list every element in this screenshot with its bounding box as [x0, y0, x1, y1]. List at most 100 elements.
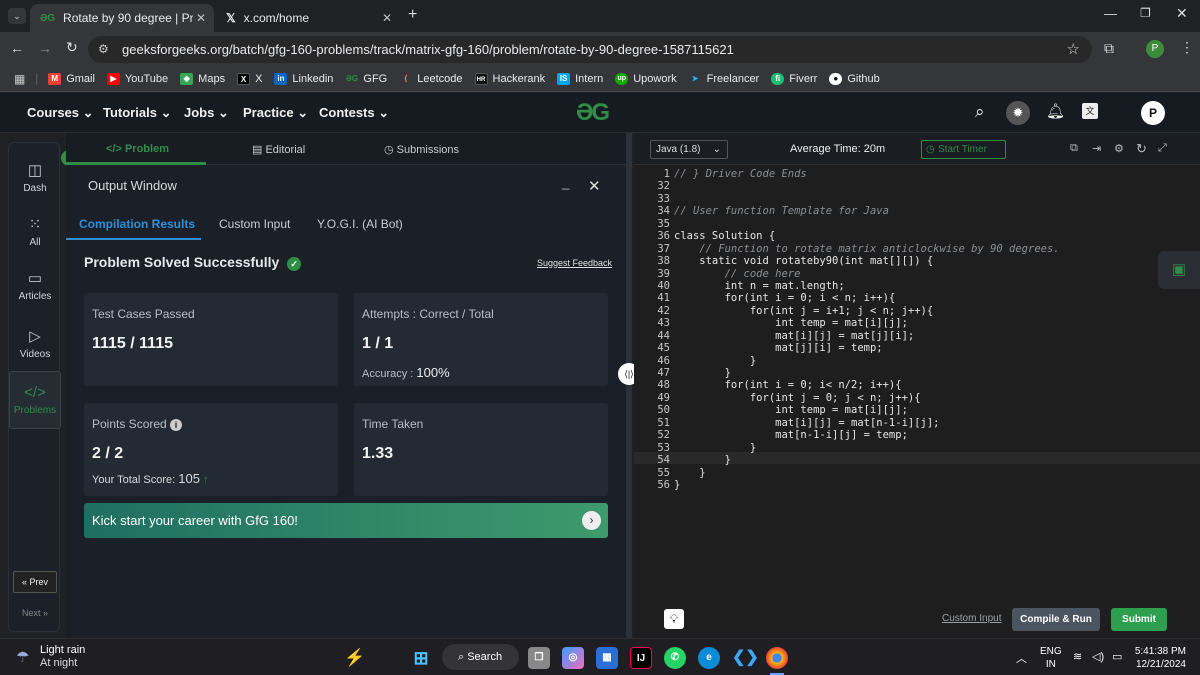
bookmark-freelancer[interactable]: ➤ Freelancer — [689, 73, 759, 85]
close-icon[interactable]: ✕ — [196, 11, 206, 25]
fullscreen-icon[interactable]: ⤢ — [1158, 142, 1167, 155]
tab-submissions[interactable]: ◷ Submissions — [384, 143, 459, 156]
submit-button[interactable]: Submit — [1111, 608, 1167, 631]
tab-gfg[interactable]: ƏG Rotate by 90 degree | Practice | ✕ — [30, 4, 214, 32]
tab-editorial[interactable]: ▤ Editorial — [252, 143, 305, 156]
window-close-icon[interactable]: ✕ — [1176, 5, 1188, 22]
store-icon[interactable]: ▦ — [596, 647, 618, 669]
start-timer-button[interactable]: ◷ Start Timer — [921, 140, 1006, 159]
tab-x[interactable]: 𝕏 x.com/home ✕ — [216, 4, 400, 32]
rail-dash[interactable]: ◫ Dash — [9, 161, 61, 194]
widgets-icon[interactable]: ⚡ — [344, 647, 366, 669]
search-icon[interactable]: ⌕ — [975, 102, 985, 122]
battery-icon[interactable]: ▭ — [1112, 650, 1122, 663]
nav-courses[interactable]: Courses ⌄ — [27, 105, 94, 121]
hackerrank-icon: HR — [474, 72, 488, 85]
tab-search-icon[interactable]: ⌄ — [8, 8, 26, 24]
time-card: Time Taken 1.33 — [354, 403, 608, 496]
close-icon[interactable]: ✕ — [382, 11, 392, 25]
wifi-icon[interactable]: ≋ — [1073, 650, 1082, 663]
nav-tutorials[interactable]: Tutorials ⌄ — [103, 105, 171, 121]
pane-divider[interactable]: ⟨|⟩ — [618, 133, 640, 638]
reload-icon[interactable]: ↻ — [66, 39, 78, 56]
bookmark-leetcode[interactable]: ⟨ Leetcode — [399, 73, 462, 85]
tray-chevron-icon[interactable]: ︿ — [1016, 650, 1027, 666]
copilot-icon[interactable]: ◎ — [562, 647, 584, 669]
suggest-feedback-link[interactable]: Suggest Feedback — [537, 258, 612, 268]
translate-icon[interactable]: 文 — [1082, 103, 1098, 119]
language-select[interactable]: Java (1.8) ⌄ — [650, 140, 728, 159]
gfg160-banner[interactable]: Kick start your career with GfG 160! › — [84, 503, 608, 538]
extensions-icon[interactable]: ⧉ — [1104, 40, 1114, 57]
output-tab-yogi[interactable]: Y.O.G.I. (AI Bot) — [317, 217, 403, 231]
info-icon[interactable]: i — [170, 419, 183, 431]
line-number: 45 — [657, 342, 670, 355]
bookmark-gfg[interactable]: ƏG GFG — [345, 73, 387, 85]
edge-icon[interactable]: e — [698, 647, 720, 669]
gfg-favicon-icon: ƏG — [40, 12, 56, 24]
whatsapp-icon[interactable]: ✆ — [664, 647, 686, 669]
nav-practice[interactable]: Practice ⌄ — [243, 105, 308, 121]
profile-avatar[interactable]: P — [1141, 101, 1165, 125]
taskbar-search[interactable]: ⌕ Search — [442, 644, 519, 670]
restore-icon[interactable]: ❐ — [1140, 6, 1151, 20]
bookmark-x[interactable]: XX — [237, 72, 262, 85]
copy-icon[interactable]: ⧉ — [1070, 142, 1078, 155]
chrome-icon[interactable] — [766, 647, 788, 669]
rail-articles[interactable]: ▭ Articles — [9, 269, 61, 302]
nav-jobs[interactable]: Jobs ⌄ — [184, 105, 229, 121]
minimize-icon[interactable]: — — [1104, 6, 1117, 21]
bookmark-youtube[interactable]: ▶ YouTube — [106, 72, 168, 85]
minimize-output-icon[interactable]: _ — [562, 175, 569, 190]
apps-icon[interactable]: ▦ — [14, 72, 25, 86]
bookmark-linkedin[interactable]: in Linkedin — [274, 72, 333, 85]
rail-videos[interactable]: ▷ Videos — [9, 327, 61, 360]
reset-icon[interactable]: ↻ — [1136, 141, 1147, 157]
nav-contests[interactable]: Contests ⌄ — [319, 105, 389, 121]
address-bar[interactable]: ⚙ geeksforgeeks.org/batch/gfg-160-proble… — [88, 36, 1092, 63]
bookmark-github[interactable]: ● Github — [829, 72, 880, 85]
intellij-icon[interactable]: IJ — [630, 647, 652, 669]
export-icon[interactable]: ⇥ — [1092, 142, 1101, 155]
vscode-icon[interactable]: ❮❯ — [732, 647, 759, 669]
compile-run-button[interactable]: Compile & Run — [1012, 608, 1100, 631]
site-info-icon[interactable]: ⚙ — [98, 42, 109, 56]
prev-button[interactable]: « Prev — [13, 571, 57, 593]
clock[interactable]: 5:41:38 PM 12/21/2024 — [1128, 645, 1186, 671]
new-tab-button[interactable]: + — [408, 6, 417, 24]
volume-icon[interactable]: ◁) — [1092, 650, 1104, 663]
language-indicator[interactable]: ENG IN — [1040, 645, 1062, 671]
bookmark-hackerank[interactable]: HR Hackerank — [474, 72, 545, 85]
gfg-logo[interactable]: ƏG — [576, 99, 610, 127]
weather-icon[interactable]: ☂ — [16, 648, 29, 666]
forward-icon[interactable]: → — [38, 40, 52, 56]
next-button[interactable]: Next » — [13, 603, 57, 625]
settings-icon[interactable]: ⚙ — [1114, 142, 1124, 155]
lightbulb-icon[interactable]: 💡︎ — [664, 609, 684, 629]
custom-input-link[interactable]: Custom Input — [942, 613, 1001, 624]
rail-problems[interactable]: </> Problems — [9, 371, 61, 429]
close-output-icon[interactable]: ✕ — [588, 177, 601, 195]
chevron-right-icon[interactable]: › — [582, 511, 601, 530]
bookmark-maps[interactable]: ◆ Maps — [180, 72, 225, 85]
menu-icon[interactable]: ⋮ — [1180, 39, 1194, 56]
output-tab-custom-input[interactable]: Custom Input — [219, 217, 290, 231]
chat-widget-icon[interactable]: ▣ — [1158, 251, 1200, 289]
start-icon[interactable]: ⊞ — [410, 647, 432, 669]
code-area[interactable]: // } Driver Code Ends // User function Te… — [674, 168, 1194, 491]
bell-icon[interactable]: 🔔︎ — [1046, 102, 1065, 120]
star-icon[interactable]: ☆ — [1067, 40, 1080, 58]
weather-widget[interactable]: Light rain At night — [40, 644, 85, 670]
profile-avatar[interactable]: P — [1146, 40, 1164, 58]
bookmark-gmail[interactable]: M Gmail — [48, 72, 95, 85]
bookmark-intern[interactable]: IS Intern — [557, 72, 603, 85]
tab-problem[interactable]: </> Problem — [106, 143, 169, 155]
rail-all[interactable]: ⁙ All — [9, 215, 61, 248]
output-tab-compilation[interactable]: Compilation Results — [79, 217, 195, 231]
bookmark-fiverr[interactable]: fi Fiverr — [771, 72, 817, 85]
bookmark-upowork[interactable]: up Upowork — [615, 72, 677, 85]
back-icon[interactable]: ← — [10, 40, 24, 56]
theme-toggle-icon[interactable]: ✹ — [1006, 101, 1030, 125]
task-view-icon[interactable]: ❐ — [528, 647, 550, 669]
code-line: int temp = mat[i][j]; — [674, 404, 908, 417]
